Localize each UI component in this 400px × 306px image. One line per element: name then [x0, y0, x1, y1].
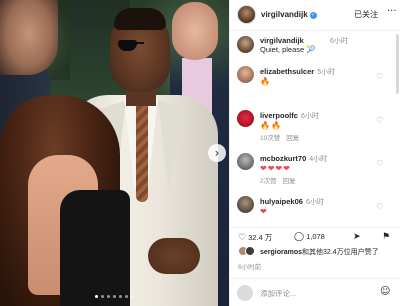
bookmark-icon[interactable]: ⚑ [382, 232, 390, 242]
like-comment-heart-icon[interactable]: ♡ [376, 116, 383, 125]
carousel-dots [0, 295, 229, 298]
hair [114, 8, 166, 30]
comment-item: mcbozkurt70 4小时 ❤❤❤❤ 2次赞 回复 ♡ [230, 153, 395, 185]
following-button[interactable]: 已关注 [354, 9, 378, 20]
comment-username[interactable]: mcbozkurt70 4小时 [260, 154, 327, 164]
ellipsis-icon[interactable]: ··· [387, 6, 397, 17]
woman-dress [60, 190, 130, 306]
avatar[interactable] [237, 196, 254, 213]
smiley-icon[interactable]: ☺ [380, 286, 390, 297]
caption-username[interactable]: virgilvandijk [260, 36, 304, 45]
reply-button[interactable]: 回复 [283, 178, 296, 185]
verified-icon: ✓ [309, 12, 317, 19]
comment-count: 1,078 [306, 232, 325, 241]
reply-button[interactable]: 回复 [286, 135, 299, 142]
like-button[interactable]: ♡ 32.4 万 [238, 232, 272, 243]
comment-text: ❤❤❤❤ [260, 164, 291, 173]
like-comment-heart-icon[interactable]: ♡ [376, 159, 383, 168]
avatar[interactable] [237, 66, 254, 83]
heart-icon: ♡ [238, 233, 247, 243]
carousel-dot[interactable] [113, 295, 116, 298]
caption-text: Quiet, please 🎾 [260, 45, 316, 54]
avatar[interactable] [237, 110, 254, 127]
comment-username[interactable]: elizabethsulcer 5小时 [260, 67, 335, 77]
comment-input[interactable] [260, 287, 370, 299]
comment-icon: ◯ [294, 232, 305, 242]
comment-item: hulyaipek06 6小时 ❤ ♡ [230, 196, 395, 228]
avatar[interactable] [237, 153, 254, 170]
carousel-dot[interactable] [101, 295, 104, 298]
comment-item: elizabethsulcer 5小时 🔥 ♡ [230, 66, 395, 98]
post-photo[interactable]: › [0, 0, 229, 306]
carousel-dot[interactable] [95, 295, 98, 298]
comment-time: 6小时 [305, 199, 324, 206]
tie [136, 102, 148, 202]
comment-time: 5小时 [317, 69, 336, 76]
avatar [245, 246, 255, 256]
carousel-dot[interactable] [107, 295, 110, 298]
comment-meta: 10次赞 回复 [260, 132, 305, 142]
add-comment-bar: ☺ [230, 278, 400, 306]
author-username[interactable]: virgilvandijk ✓ [261, 10, 317, 19]
comment-button[interactable]: ◯ 1,078 [294, 232, 325, 242]
post-side-panel: virgilvandijk ✓ 已关注 ··· virgilvandijk 6小时… [229, 0, 400, 306]
comment-text: 🔥 [260, 77, 271, 86]
comment-likes[interactable]: 10次赞 [260, 135, 280, 142]
person-right-head [172, 2, 218, 60]
liked-by-text[interactable]: sergioramos和其他32.4万位用户赞了 [260, 247, 379, 257]
carousel-dot[interactable] [131, 295, 134, 298]
caption-avatar[interactable] [237, 36, 254, 53]
comment-time: 6小时 [300, 113, 319, 120]
like-count: 32.4 万 [248, 233, 273, 242]
post-header: virgilvandijk ✓ 已关注 ··· [230, 0, 400, 31]
send-icon[interactable]: ➤ [353, 232, 361, 242]
liked-by: sergioramos和其他32.4万位用户赞了 [230, 246, 400, 258]
hands [148, 238, 200, 274]
chevron-right-icon[interactable]: › [208, 144, 226, 162]
post-actions: ♡ 32.4 万 ◯ 1,078 ➤ ⚑ [230, 227, 400, 245]
person-left-head [0, 0, 58, 75]
comments-scrollbar[interactable] [396, 34, 399, 94]
like-comment-heart-icon[interactable]: ♡ [376, 202, 383, 211]
carousel-dot[interactable] [125, 295, 128, 298]
comment-likes[interactable]: 2次赞 [260, 178, 277, 185]
avatar [237, 285, 253, 301]
comment-meta: 2次赞 回复 [260, 175, 302, 185]
avatar[interactable] [237, 5, 256, 24]
comment-text: 🔥🔥 [260, 121, 282, 130]
post-timestamp: 6小时前 [238, 264, 262, 271]
comment-time: 4小时 [309, 156, 328, 163]
comment-item: liverpoolfc 6小时 🔥🔥 10次赞 回复 ♡ [230, 110, 395, 142]
sunglasses [118, 40, 162, 52]
comment-text: ❤ [260, 207, 268, 216]
caption: virgilvandijk 6小时 Quiet, please 🎾 [230, 33, 400, 57]
like-comment-heart-icon[interactable]: ♡ [376, 72, 383, 81]
comment-username[interactable]: hulyaipek06 6小时 [260, 197, 324, 207]
caption-time: 6小时 [330, 38, 348, 45]
carousel-dot[interactable] [119, 295, 122, 298]
comment-username[interactable]: liverpoolfc 6小时 [260, 111, 319, 121]
post-modal: › virgilvandijk ✓ 已关注 ··· virgilvandijk 6… [0, 0, 400, 306]
